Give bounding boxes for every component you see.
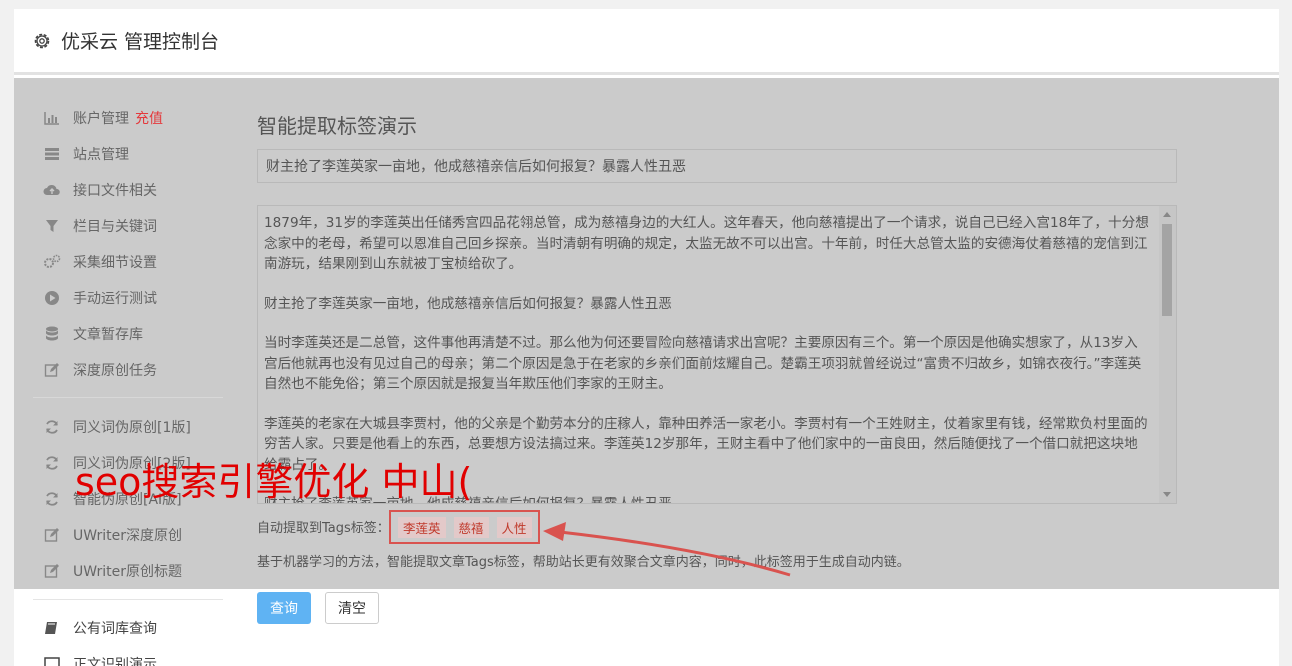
edit-icon [43,361,61,379]
tags-highlight-box: 李莲英 慈禧 人性 [389,510,540,544]
app-title: 优采云 管理控制台 [61,31,220,53]
tags-label: 自动提取到Tags标签： [257,521,390,536]
article-paragraph: 财主抢了李莲英家一亩地，他成慈禧亲信后如何报复？暴露人性丑恶 [264,295,672,312]
title-input[interactable]: 财主抢了李莲英家一亩地，他成慈禧亲信后如何报复？暴露人性丑恶 [257,149,1177,183]
top-header: 优采云 管理控制台 [14,9,1279,75]
sidebar-item-label: 同义词伪原创[1版] [73,420,191,436]
recharge-link[interactable]: 充值 [135,108,163,128]
gear-icon [34,33,50,48]
book-icon [43,619,61,637]
cloud-upload-icon [43,181,61,199]
server-icon [43,145,61,163]
sidebar-item-label: 站点管理 [73,147,129,163]
sidebar-item-account[interactable]: 账户管理 充值 [43,106,163,130]
textarea-scrollbar[interactable] [1159,206,1176,503]
sidebar-item-label: 采集细节设置 [73,255,157,271]
edit-icon [43,526,61,544]
sidebar-item-label: 文章暂存库 [73,327,143,343]
sidebar-item-text-recognition[interactable]: 正文识别演示 [43,652,157,666]
sidebar-item-deep-original[interactable]: 深度原创任务 [43,358,157,382]
sidebar-item-label: 账户管理 [73,111,129,127]
window-icon [43,655,61,666]
filter-icon [43,217,61,235]
refresh-icon [43,490,61,508]
query-button[interactable]: 查询 [257,592,311,624]
tag-badge: 慈禧 [453,516,489,538]
sidebar-item-label: 公有词库查询 [73,621,157,637]
refresh-icon [43,454,61,472]
sidebar-item-label: 深度原创任务 [73,363,157,379]
sidebar-item-sites[interactable]: 站点管理 [43,142,129,166]
tag-badge: 人性 [496,516,532,538]
sidebar-item-uwriter-deep[interactable]: UWriter深度原创 [43,523,182,547]
clear-button[interactable]: 清空 [325,592,379,624]
page-title: 智能提取标签演示 [257,114,417,138]
sidebar-item-label: 接口文件相关 [73,183,157,199]
sidebar-item-collect-settings[interactable]: 采集细节设置 [43,250,157,274]
sidebar-item-manual-run[interactable]: 手动运行测试 [43,286,157,310]
article-paragraph: 1879年，31岁的李莲英出任储秀宫四品花翎总管，成为慈禧身边的大红人。这年春天… [264,215,1149,272]
scrollbar-thumb[interactable] [1162,224,1172,316]
sidebar-item-uwriter-title[interactable]: UWriter原创标题 [43,559,182,583]
sidebar-divider [33,599,223,600]
refresh-icon [43,418,61,436]
sidebar-item-label: 正文识别演示 [73,657,157,666]
sidebar-item-interface[interactable]: 接口文件相关 [43,178,157,202]
feature-description: 基于机器学习的方法，智能提取文章Tags标签，帮助站长更有效聚合文章内容，同时，… [257,555,910,570]
bar-chart-icon [43,109,61,127]
edit-icon [43,562,61,580]
sidebar-item-public-lexicon[interactable]: 公有词库查询 [43,616,157,640]
play-circle-icon [43,289,61,307]
database-icon [43,325,61,343]
article-paragraph: 当时李莲英还是二总管，这件事他再清楚不过。那么他为何还要冒险向慈禧请求出宫呢？主… [264,335,1142,392]
tag-badge: 李莲英 [398,516,446,538]
watermark-text: seo搜索引擎优化 中山( [75,460,473,504]
sidebar-item-columns[interactable]: 栏目与关键词 [43,214,157,238]
sidebar-item-label: UWriter深度原创 [73,528,182,544]
title-input-value: 财主抢了李莲英家一亩地，他成慈禧亲信后如何报复？暴露人性丑恶 [266,159,686,175]
scroll-up-arrow-icon[interactable] [1163,212,1171,217]
sidebar-item-label: 手动运行测试 [73,291,157,307]
sidebar-item-label: 栏目与关键词 [73,219,157,235]
scroll-down-arrow-icon[interactable] [1163,492,1171,497]
gears-icon [43,253,61,271]
sidebar-item-article-store[interactable]: 文章暂存库 [43,322,143,346]
sidebar-divider [33,397,223,398]
sidebar-item-synonym-v1[interactable]: 同义词伪原创[1版] [43,415,191,439]
sidebar-item-label: UWriter原创标题 [73,564,182,580]
